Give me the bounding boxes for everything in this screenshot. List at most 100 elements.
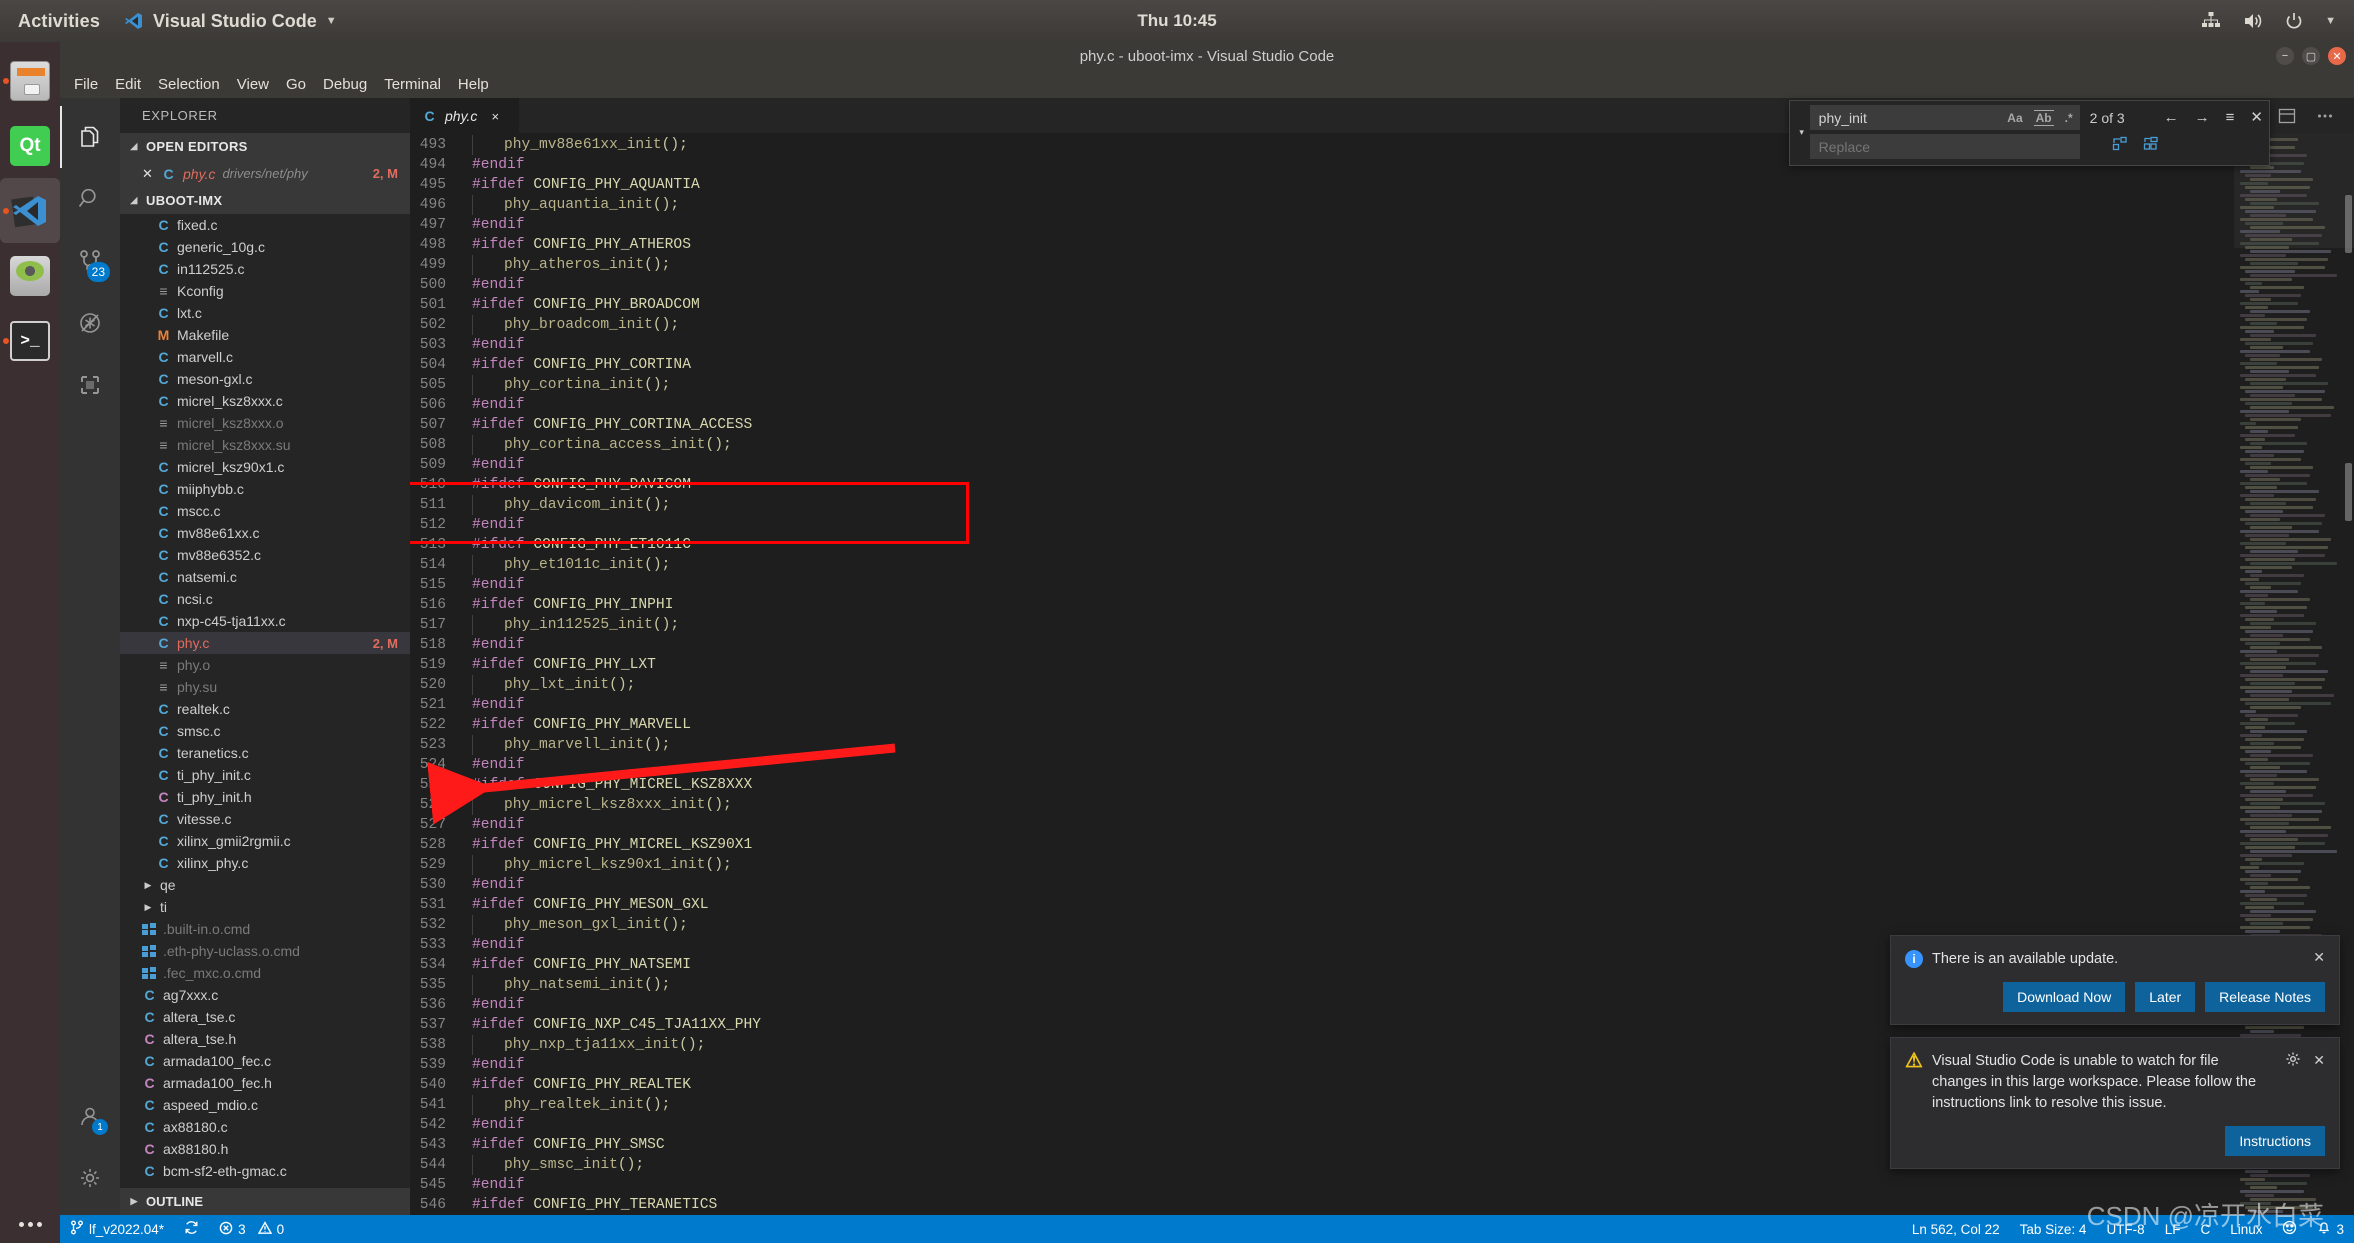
activitybar-item-search[interactable]: [60, 168, 120, 230]
chevron-right-icon[interactable]: ▶: [142, 902, 154, 913]
file-tree-row[interactable]: Cnxp-c45-tja11xx.c: [120, 610, 410, 632]
gnome-clock[interactable]: Thu 10:45: [1137, 11, 1216, 31]
file-tree-row[interactable]: ≡ micrel_ksz8xxx.o: [120, 412, 410, 434]
show-applications-button[interactable]: [0, 1220, 60, 1229]
file-tree-row[interactable]: Cmv88e61xx.c: [120, 522, 410, 544]
file-tree-row[interactable]: Caltera_tse.h: [120, 1028, 410, 1050]
previous-match-icon[interactable]: ←: [2164, 110, 2179, 125]
status-cursor-position[interactable]: Ln 562, Col 22: [1902, 1215, 2010, 1243]
menu-go[interactable]: Go: [286, 76, 306, 93]
replace-all-icon[interactable]: [2143, 136, 2160, 158]
file-tree-row[interactable]: Cax88180.c: [120, 1116, 410, 1138]
find-nav-buttons[interactable]: ← → ≡ ✕: [2164, 110, 2263, 125]
gnome-system-tray[interactable]: ▼: [2201, 12, 2336, 30]
code-line[interactable]: 531 #ifdef CONFIG_PHY_MESON_GXL: [410, 895, 2234, 915]
match-case-icon[interactable]: Aa: [2005, 111, 2024, 125]
menubar[interactable]: File Edit Selection View Go Debug Termin…: [60, 70, 2354, 98]
ubuntu-dock[interactable]: Qt >_: [0, 42, 60, 1243]
code-line[interactable]: 510 #ifdef CONFIG_PHY_DAVICOM: [410, 475, 2234, 495]
code-line[interactable]: 516 #ifdef CONFIG_PHY_INPHI: [410, 595, 2234, 615]
file-tree-row[interactable]: ▶ qe: [120, 874, 410, 896]
find-in-selection-icon[interactable]: ≡: [2226, 110, 2235, 125]
notification-update[interactable]: i There is an available update. ✕ Downlo…: [1890, 935, 2340, 1025]
notification-file-watcher[interactable]: ⚠ Visual Studio Code is unable to watch …: [1890, 1037, 2340, 1169]
file-tree-row[interactable]: Carmada100_fec.h: [120, 1072, 410, 1094]
code-line[interactable]: 508 phy_cortina_access_init ();: [410, 435, 2234, 455]
file-tree-row[interactable]: Cphy.c 2, M: [120, 632, 410, 654]
code-line[interactable]: 499 phy_atheros_init ();: [410, 255, 2234, 275]
code-line[interactable]: 518 #endif: [410, 635, 2234, 655]
notification-toolbar[interactable]: ✕: [2285, 1051, 2325, 1070]
file-tree-row[interactable]: Cmv88e6352.c: [120, 544, 410, 566]
status-indentation[interactable]: Tab Size: 4: [2010, 1215, 2097, 1243]
file-tree-row[interactable]: M Makefile: [120, 324, 410, 346]
maximize-button[interactable]: ▢: [2302, 47, 2320, 65]
code-line[interactable]: 529 phy_micrel_ksz90x1_init ();: [410, 855, 2234, 875]
file-tree-row[interactable]: Cmscc.c: [120, 500, 410, 522]
code-line[interactable]: 517 phy_in112525_init ();: [410, 615, 2234, 635]
instructions-button[interactable]: Instructions: [2225, 1126, 2325, 1156]
file-tree-row[interactable]: Cmiiphybb.c: [120, 478, 410, 500]
activitybar-item-extensions[interactable]: [60, 354, 120, 416]
file-tree-row[interactable]: Clxt.c: [120, 302, 410, 324]
notification-stack[interactable]: i There is an available update. ✕ Downlo…: [1890, 935, 2340, 1169]
replace-buttons[interactable]: [2112, 136, 2160, 158]
search-input[interactable]: [1818, 109, 2006, 126]
replace-icon[interactable]: [2112, 136, 2129, 158]
workspace-header[interactable]: ◢ UBOOT-IMX: [120, 187, 410, 214]
file-tree-row[interactable]: ≡ phy.su: [120, 676, 410, 698]
active-app-menu[interactable]: Visual Studio Code ▼: [114, 11, 347, 32]
activities-button[interactable]: Activities: [0, 11, 114, 32]
later-button[interactable]: Later: [2135, 982, 2196, 1012]
code-line[interactable]: 532 phy_meson_gxl_init ();: [410, 915, 2234, 935]
tab-phy-c[interactable]: C phy.c ×: [410, 98, 520, 133]
gear-icon[interactable]: [2285, 1051, 2301, 1070]
code-line[interactable]: 500 #endif: [410, 275, 2234, 295]
file-tree-row[interactable]: Cvitesse.c: [120, 808, 410, 830]
file-tree-row[interactable]: Cax88180.h: [120, 1138, 410, 1160]
find-replace-widget[interactable]: ▾ Aa Ab .* 2 of 3 ←: [1788, 100, 2270, 166]
code-line[interactable]: 514 phy_et1011c_init ();: [410, 555, 2234, 575]
open-changes-icon[interactable]: [2278, 107, 2296, 125]
code-line[interactable]: 524 #endif: [410, 755, 2234, 775]
code-line[interactable]: 525 #ifdef CONFIG_PHY_MICREL_KSZ8XXX: [410, 775, 2234, 795]
menu-terminal[interactable]: Terminal: [384, 76, 441, 93]
code-line[interactable]: 526 phy_micrel_ksz8xxx_init ();: [410, 795, 2234, 815]
next-match-icon[interactable]: →: [2195, 110, 2210, 125]
code-line[interactable]: 522 #ifdef CONFIG_PHY_MARVELL: [410, 715, 2234, 735]
code-line[interactable]: 509 #endif: [410, 455, 2234, 475]
file-tree-row[interactable]: ≡ Kconfig: [120, 280, 410, 302]
code-line[interactable]: 515 #endif: [410, 575, 2234, 595]
code-line[interactable]: 505 phy_cortina_init ();: [410, 375, 2234, 395]
code-line[interactable]: 519 #ifdef CONFIG_PHY_LXT: [410, 655, 2234, 675]
file-tree-row[interactable]: Cmeson-gxl.c: [120, 368, 410, 390]
toggle-replace-icon[interactable]: ▾: [1794, 105, 1810, 138]
file-tree-row[interactable]: ▶ ti: [120, 896, 410, 918]
activitybar-bottom-group[interactable]: 1: [60, 1085, 120, 1209]
status-problems[interactable]: 3 0: [209, 1215, 294, 1243]
open-editor-item-phy-c[interactable]: ✕ C phy.c drivers/net/phy 2, M: [120, 160, 410, 187]
file-tree-row[interactable]: .eth-phy-uclass.o.cmd: [120, 940, 410, 962]
dock-item-disks[interactable]: [0, 243, 60, 308]
file-tree-row[interactable]: Cin112525.c: [120, 258, 410, 280]
file-tree-row[interactable]: Caltera_tse.c: [120, 1006, 410, 1028]
window-controls[interactable]: − ▢ ✕: [2276, 42, 2346, 70]
close-icon[interactable]: ✕: [2313, 949, 2325, 966]
file-tree-row[interactable]: .fec_mxc.o.cmd: [120, 962, 410, 984]
notification-toolbar[interactable]: ✕: [2313, 949, 2325, 966]
file-tree-row[interactable]: Cxilinx_gmii2rgmii.c: [120, 830, 410, 852]
code-line[interactable]: 513 #ifdef CONFIG_PHY_ET1011C: [410, 535, 2234, 555]
activitybar-item-source-control[interactable]: 23: [60, 230, 120, 292]
close-icon[interactable]: ✕: [142, 166, 154, 182]
open-editors-header[interactable]: ◢ OPEN EDITORS: [120, 133, 410, 160]
activitybar-item-accounts[interactable]: 1: [60, 1085, 120, 1147]
menu-help[interactable]: Help: [458, 76, 489, 93]
replace-input[interactable]: [1818, 138, 2075, 155]
code-line[interactable]: 521 #endif: [410, 695, 2234, 715]
outline-section-header[interactable]: ▶ OUTLINE: [120, 1188, 410, 1215]
file-tree-row[interactable]: Cmicrel_ksz90x1.c: [120, 456, 410, 478]
file-tree-row[interactable]: Cteranetics.c: [120, 742, 410, 764]
code-line[interactable]: 520 phy_lxt_init ();: [410, 675, 2234, 695]
find-row[interactable]: Aa Ab .* 2 of 3 ← → ≡ ✕: [1809, 105, 2263, 130]
status-language-mode[interactable]: C: [2190, 1215, 2220, 1243]
